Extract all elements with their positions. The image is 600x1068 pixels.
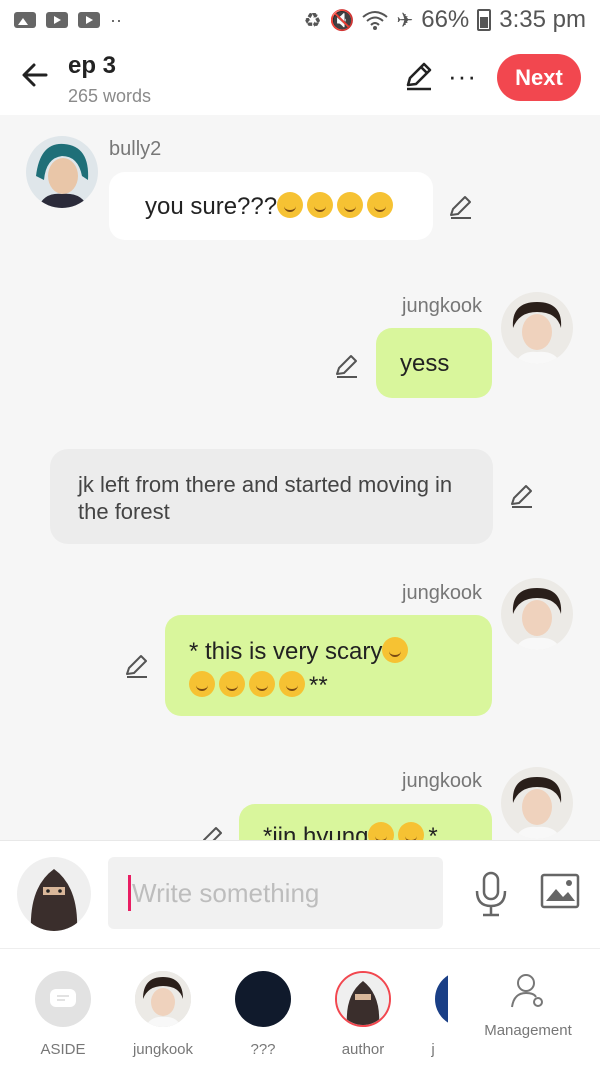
message-text-end: ** bbox=[309, 672, 328, 699]
chat-area[interactable]: bully2 you sure??? jungkook yess jk left… bbox=[0, 115, 600, 840]
roster-label: j bbox=[431, 1041, 435, 1058]
avatar bbox=[135, 971, 191, 1027]
edit-icon[interactable] bbox=[403, 60, 435, 97]
next-button[interactable]: Next bbox=[497, 54, 581, 101]
back-arrow-icon[interactable] bbox=[18, 58, 52, 92]
roster-item-partial[interactable]: j bbox=[418, 971, 448, 1058]
emoji-icon bbox=[368, 822, 395, 840]
edit-message-icon[interactable] bbox=[199, 825, 225, 840]
roster-label: author bbox=[341, 1041, 385, 1058]
gallery-notification-icon bbox=[14, 12, 36, 28]
jungkook-avatar[interactable] bbox=[501, 292, 573, 364]
sweat-emoji-icon bbox=[219, 671, 245, 697]
roster-item-aside[interactable]: ASIDE bbox=[18, 971, 108, 1058]
more-notifications-dots: ·· bbox=[110, 9, 122, 30]
more-options-icon[interactable]: ··· bbox=[448, 61, 477, 92]
edit-message-icon[interactable] bbox=[509, 483, 535, 509]
sweat-emoji-icon bbox=[249, 671, 275, 697]
app-header: ep 3 265 words ··· Next bbox=[0, 40, 600, 115]
laughing-emoji-icon bbox=[367, 192, 394, 218]
chat-icon bbox=[35, 971, 91, 1027]
message-input-placeholder: Write something bbox=[132, 877, 320, 908]
roster-item-author[interactable]: author bbox=[318, 971, 408, 1058]
speaker-name: jungkook bbox=[402, 770, 483, 792]
roster-label: ASIDE bbox=[40, 1041, 86, 1058]
status-notifications: ·· bbox=[14, 10, 122, 31]
edit-message-icon[interactable] bbox=[124, 653, 150, 679]
roster-item-jungkook[interactable]: jungkook bbox=[118, 971, 208, 1058]
roster-item-unknown[interactable]: ??? bbox=[218, 971, 308, 1058]
emoji-icon bbox=[398, 822, 425, 840]
youtube-notification-icon bbox=[46, 12, 68, 28]
word-count: 265 words bbox=[68, 86, 152, 106]
message-input[interactable]: Write something bbox=[108, 857, 443, 929]
message-bubble[interactable]: *jin hyung * bbox=[239, 804, 492, 840]
airplane-icon: ✈ bbox=[396, 9, 414, 32]
sweat-emoji-icon bbox=[279, 671, 305, 697]
speaker-name: bully2 bbox=[109, 138, 162, 160]
message-text: you sure??? bbox=[145, 193, 278, 220]
message-text: *jin hyung bbox=[263, 823, 369, 840]
narration-bubble[interactable]: jk left from there and started moving in… bbox=[50, 449, 493, 544]
clock: 3:35 pm bbox=[499, 6, 586, 33]
text-caret bbox=[128, 875, 131, 911]
edit-message-icon[interactable] bbox=[448, 194, 474, 220]
wifi-icon bbox=[362, 11, 389, 30]
episode-title: ep 3 bbox=[68, 52, 117, 79]
youtube-notification-icon-2 bbox=[78, 12, 100, 28]
message-text: yess bbox=[400, 350, 450, 377]
mute-icon: 🔇 bbox=[329, 9, 355, 32]
microphone-icon[interactable] bbox=[472, 871, 510, 917]
anxious-emoji-icon bbox=[382, 637, 409, 663]
message-bubble[interactable]: * this is very scary ** bbox=[165, 615, 492, 716]
message-bubble[interactable]: yess bbox=[376, 328, 492, 398]
management-button[interactable]: Management bbox=[478, 971, 578, 1039]
image-icon[interactable] bbox=[540, 873, 580, 909]
edit-message-icon[interactable] bbox=[334, 353, 360, 379]
roster-label: ??? bbox=[250, 1041, 276, 1058]
avatar bbox=[235, 971, 291, 1027]
roster-label: jungkook bbox=[132, 1041, 194, 1058]
battery-icon bbox=[477, 9, 492, 31]
speaker-name: jungkook bbox=[402, 295, 483, 317]
user-settings-icon bbox=[511, 974, 543, 1008]
anxious-emoji-icon bbox=[189, 671, 215, 697]
smirk-emoji-icon bbox=[277, 192, 304, 218]
composer-bar: Write something bbox=[0, 840, 600, 949]
message-text: * this is very scary bbox=[189, 638, 383, 665]
avatar bbox=[435, 971, 448, 1027]
avatar bbox=[335, 971, 391, 1027]
current-character-avatar[interactable] bbox=[17, 857, 91, 931]
battery-percent: 66% bbox=[421, 6, 470, 33]
status-system: ♻ 🔇 ✈ 66% 3:35 pm bbox=[304, 6, 586, 34]
speaker-name: jungkook bbox=[402, 582, 483, 604]
narration-text: jk left from there and started moving in… bbox=[78, 472, 453, 524]
smirk-emoji-icon bbox=[307, 192, 334, 218]
status-bar: ·· ♻ 🔇 ✈ 66% 3:35 pm bbox=[0, 0, 600, 40]
message-text-end: * bbox=[428, 823, 438, 840]
message-bubble[interactable]: you sure??? bbox=[109, 172, 433, 240]
character-roster: ASIDE jungkook ??? author j Management bbox=[0, 948, 600, 1068]
management-label: Management bbox=[484, 1022, 572, 1039]
laughing-emoji-icon bbox=[337, 192, 364, 218]
jungkook-avatar[interactable] bbox=[501, 578, 573, 650]
jungkook-avatar[interactable] bbox=[501, 767, 573, 839]
bully2-avatar[interactable] bbox=[26, 136, 98, 208]
recycle-icon: ♻ bbox=[303, 9, 322, 32]
